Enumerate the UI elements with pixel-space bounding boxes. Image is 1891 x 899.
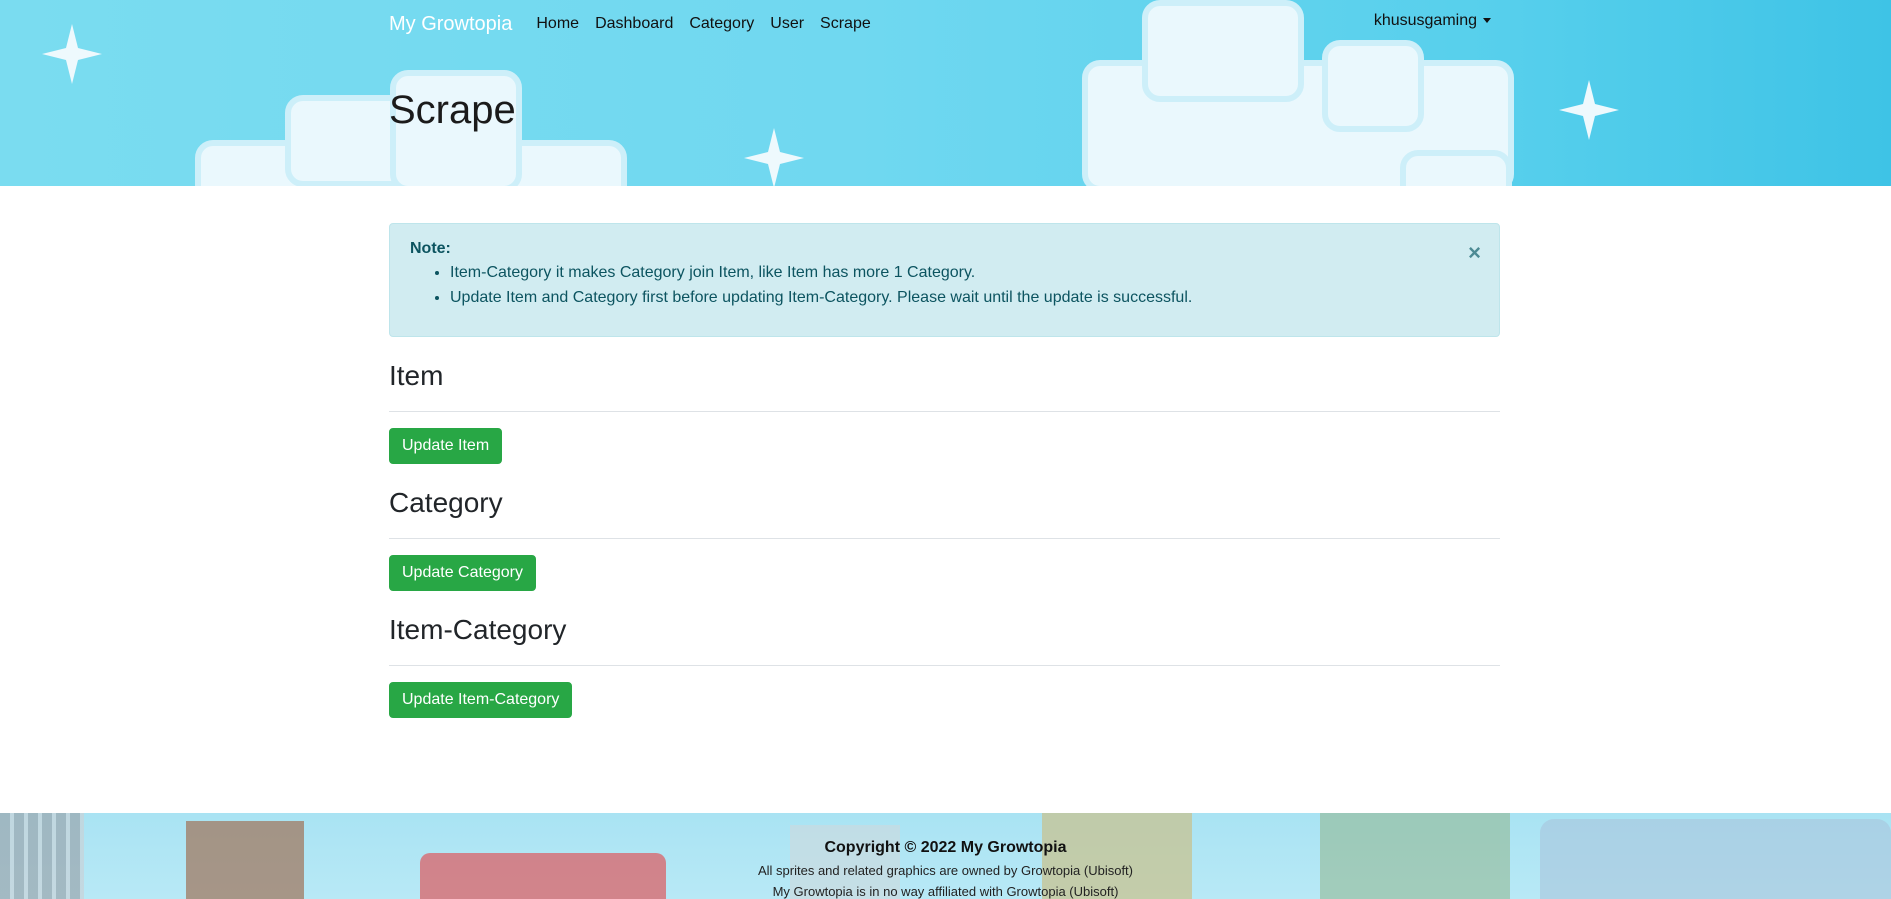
cloud-decoration bbox=[1322, 40, 1424, 132]
update-item-category-button[interactable]: Update Item-Category bbox=[389, 682, 573, 718]
section-category: Category Update Category bbox=[389, 484, 1500, 591]
user-name: khususgaming bbox=[1373, 12, 1477, 29]
nav-link-home[interactable]: Home bbox=[536, 15, 579, 33]
section-title-category: Category bbox=[389, 487, 503, 518]
close-icon[interactable]: × bbox=[1468, 240, 1481, 266]
alert-list: Item-Category it makes Category join Ite… bbox=[410, 260, 1479, 310]
footer-disclaimer: All sprites and related graphics are own… bbox=[757, 863, 1133, 878]
sparkle-icon bbox=[744, 128, 804, 186]
divider bbox=[389, 411, 1500, 412]
footer-affiliation: My Growtopia is in no way affiliated wit… bbox=[772, 884, 1119, 899]
cloud-decoration bbox=[1400, 150, 1512, 186]
nav-link-category[interactable]: Category bbox=[689, 15, 754, 33]
brand-link[interactable]: My Growtopia bbox=[389, 13, 512, 36]
update-category-button[interactable]: Update Category bbox=[389, 555, 536, 591]
nav-link-dashboard[interactable]: Dashboard bbox=[595, 15, 673, 33]
alert-list-item: Item-Category it makes Category join Ite… bbox=[450, 260, 1479, 285]
nav-link-user[interactable]: User bbox=[770, 15, 804, 33]
page-header: My Growtopia Home Dashboard Category Use… bbox=[0, 0, 1891, 186]
navbar: My Growtopia Home Dashboard Category Use… bbox=[389, 0, 1501, 48]
sparkle-icon bbox=[42, 24, 102, 84]
sparkle-icon bbox=[1559, 80, 1619, 140]
alert-title: Note: bbox=[410, 240, 451, 257]
user-dropdown[interactable]: khususgaming bbox=[1374, 12, 1491, 30]
nav-link-scrape[interactable]: Scrape bbox=[820, 15, 871, 33]
divider bbox=[389, 538, 1500, 539]
footer-text: Copyright © 2022 My Growtopia All sprite… bbox=[0, 839, 1891, 899]
alert-list-item: Update Item and Category first before up… bbox=[450, 285, 1479, 310]
section-item: Item Update Item bbox=[389, 357, 1500, 464]
divider bbox=[389, 665, 1500, 666]
section-title-item-category: Item-Category bbox=[389, 614, 567, 645]
page-title: Scrape bbox=[389, 88, 516, 132]
footer-copyright: Copyright © 2022 My Growtopia bbox=[824, 839, 1067, 856]
section-title-item: Item bbox=[389, 360, 444, 391]
section-item-category: Item-Category Update Item-Category bbox=[389, 611, 1500, 718]
note-alert: Note: Item-Category it makes Category jo… bbox=[389, 223, 1500, 337]
main-content: Note: Item-Category it makes Category jo… bbox=[389, 223, 1500, 718]
caret-down-icon bbox=[1483, 18, 1491, 24]
page-footer: Copyright © 2022 My Growtopia All sprite… bbox=[0, 813, 1891, 899]
update-item-button[interactable]: Update Item bbox=[389, 428, 503, 464]
